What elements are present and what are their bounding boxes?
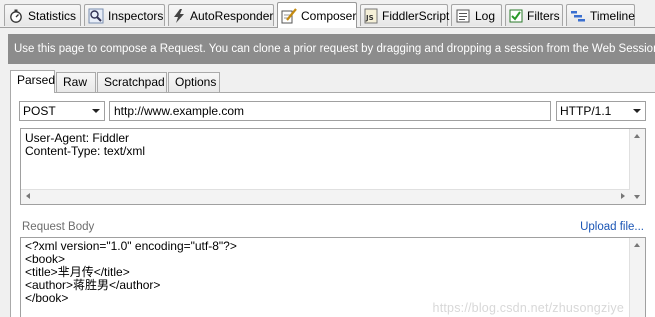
tab-parsed[interactable]: Parsed [10, 70, 55, 93]
tab-log[interactable]: Log [451, 4, 502, 26]
upload-file-link[interactable]: Upload file... [580, 221, 644, 233]
tab-raw[interactable]: Raw [56, 72, 96, 92]
tab-scratchpad[interactable]: Scratchpad [97, 72, 167, 92]
scroll-up-icon[interactable] [634, 243, 640, 247]
tab-timeline[interactable]: Timeline [566, 4, 635, 26]
tab-label: Filters [527, 8, 560, 23]
svg-text:JS: JS [365, 14, 374, 22]
stopwatch-icon [8, 8, 24, 24]
scroll-left-icon[interactable] [26, 193, 30, 199]
tab-label: Log [475, 8, 496, 23]
http-version-select[interactable]: HTTP/1.1 [556, 101, 646, 121]
timeline-icon [570, 8, 586, 24]
scroll-up-icon[interactable] [634, 134, 640, 138]
request-body-label: Request Body [22, 221, 95, 233]
headers-horizontal-scrollbar[interactable] [21, 189, 630, 204]
checkbox-icon [509, 8, 523, 24]
method-value: POST [23, 104, 56, 118]
log-icon [455, 8, 471, 24]
scroll-down-icon[interactable] [634, 195, 640, 199]
tab-composer[interactable]: Composer [277, 2, 357, 28]
url-input[interactable]: http://www.example.com [109, 101, 551, 121]
tab-autoresponder[interactable]: AutoResponder [168, 4, 274, 26]
tab-label: Statistics [27, 8, 76, 23]
main-tab-strip: Statistics Inspectors AutoResponder Comp… [0, 0, 655, 28]
chevron-down-icon [92, 109, 100, 113]
script-file-icon: JS [364, 8, 378, 24]
tab-label: FiddlerScript [382, 8, 450, 23]
composer-info-bar: Use this page to compose a Request. You … [8, 34, 655, 64]
body-vertical-scrollbar[interactable] [629, 238, 645, 317]
scroll-right-icon[interactable] [621, 193, 625, 199]
magnifier-icon [88, 8, 104, 24]
tab-label: Timeline [590, 8, 635, 23]
chevron-down-icon [633, 109, 641, 113]
headers-vertical-scrollbar[interactable] [629, 129, 645, 204]
watermark-text: https://blog.csdn.net/zhusongziye [432, 301, 624, 315]
tab-filters[interactable]: Filters [505, 4, 563, 26]
request-headers-textarea[interactable]: User-Agent: Fiddler Content-Type: text/x… [20, 128, 646, 205]
http-version-value: HTTP/1.1 [560, 104, 612, 118]
tab-label: Inspectors [108, 8, 164, 23]
method-select[interactable]: POST [19, 101, 105, 121]
tab-fiddlerscript[interactable]: JS FiddlerScript [360, 4, 450, 26]
tab-options[interactable]: Options [168, 72, 220, 92]
pencil-paper-icon [281, 7, 297, 24]
headers-text: User-Agent: Fiddler Content-Type: text/x… [25, 131, 146, 158]
tab-statistics[interactable]: Statistics [4, 4, 81, 26]
body-text: <?xml version="1.0" encoding="utf-8"?> <… [25, 239, 237, 305]
parsed-panel: POST http://www.example.com HTTP/1.1 Use… [10, 92, 655, 317]
tab-label: AutoResponder [190, 8, 274, 23]
tab-inspectors[interactable]: Inspectors [84, 4, 165, 26]
lightning-icon [172, 8, 186, 24]
tab-label: Composer [301, 8, 357, 23]
